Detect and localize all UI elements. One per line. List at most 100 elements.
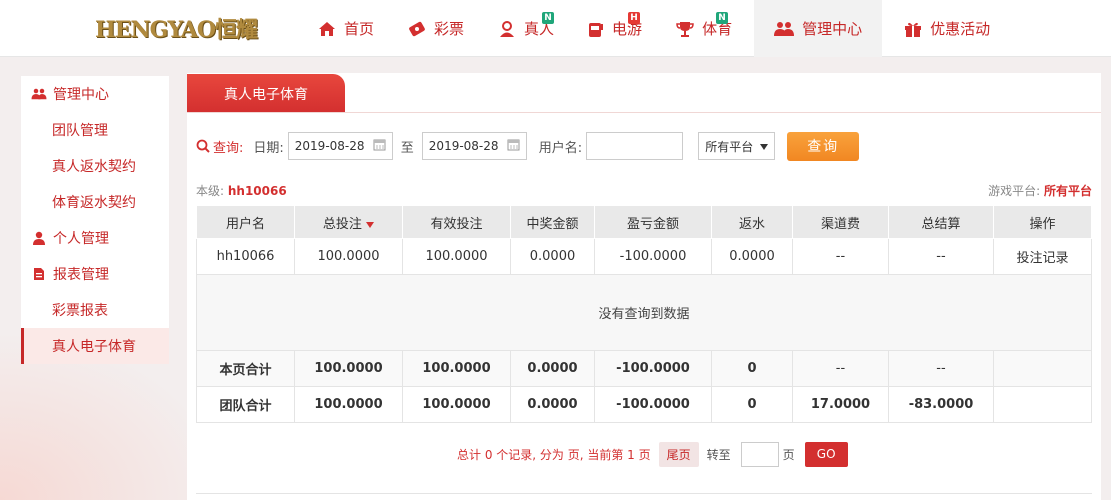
cell-total-settlement: -- bbox=[888, 238, 994, 275]
cell-operation bbox=[993, 350, 1092, 387]
gift-icon bbox=[904, 20, 922, 38]
search-icon bbox=[196, 139, 210, 153]
team-total-row: 团队合计 100.0000 100.0000 0.0000 -100.0000 … bbox=[196, 386, 1092, 423]
cell-profit-loss: -100.0000 bbox=[594, 350, 712, 387]
cell-valid-bet: 100.0000 bbox=[402, 238, 511, 275]
nav-item-live[interactable]: 真人 N bbox=[486, 0, 566, 57]
nav-item-label: 管理中心 bbox=[802, 20, 863, 38]
report-table: 用户名 总投注 有效投注 中奖金额 盈亏金额 返水 渠道费 总结算 操作 hh1… bbox=[196, 205, 1092, 423]
sidebar-item-label: 真人返水契约 bbox=[52, 159, 136, 175]
trophy-icon bbox=[676, 20, 694, 38]
cell-label: 本页合计 bbox=[196, 350, 295, 387]
cell-total-bet: 100.0000 bbox=[294, 238, 403, 275]
lottery-ticket-icon bbox=[408, 21, 426, 37]
page-unit-label: 页 bbox=[782, 447, 795, 462]
cell-label: 团队合计 bbox=[196, 386, 295, 423]
dropdown-arrow-icon bbox=[760, 139, 769, 153]
nav-item-promotions[interactable]: 优惠活动 bbox=[892, 0, 1002, 57]
table-header-row: 用户名 总投注 有效投注 中奖金额 盈亏金额 返水 渠道费 总结算 操作 bbox=[196, 205, 1092, 239]
sidebar-item-live-rebate-contract[interactable]: 真人返水契约 bbox=[21, 148, 169, 184]
nav-item-label: 优惠活动 bbox=[930, 20, 991, 38]
cell-total-bet: 100.0000 bbox=[294, 350, 403, 387]
sidebar-item-team-management[interactable]: 团队管理 bbox=[21, 112, 169, 148]
home-icon bbox=[318, 21, 336, 37]
game-platform-info: 游戏平台: 所有平台 bbox=[988, 182, 1092, 199]
platform-label: 游戏平台: bbox=[988, 184, 1041, 198]
tab-divider bbox=[187, 112, 1101, 113]
main-panel: 真人电子体育 查询: 日期: 2019-08-28 至 2019-08-28 用… bbox=[187, 73, 1101, 500]
header-win-amount[interactable]: 中奖金额 bbox=[510, 205, 595, 239]
bottom-divider bbox=[196, 493, 1092, 494]
cell-win-amount: 0.0000 bbox=[510, 386, 595, 423]
bet-record-link[interactable]: 投注记录 bbox=[993, 238, 1092, 275]
header-total-bet-label: 总投注 bbox=[322, 216, 362, 232]
meta-row: 本级: hh10066 游戏平台: 所有平台 bbox=[196, 182, 1092, 199]
sidebar-item-personal-management[interactable]: 个人管理 bbox=[21, 220, 169, 256]
nav-item-home[interactable]: 首页 bbox=[306, 0, 386, 57]
last-page-button[interactable]: 尾页 bbox=[658, 441, 699, 467]
cell-valid-bet: 100.0000 bbox=[402, 350, 511, 387]
new-badge: N bbox=[716, 12, 729, 24]
header-username[interactable]: 用户名 bbox=[196, 205, 295, 239]
cell-total-settlement: -83.0000 bbox=[888, 386, 994, 423]
sidebar-item-label: 真人电子体育 bbox=[52, 339, 136, 355]
sidebar-item-report-management[interactable]: 报表管理 bbox=[21, 256, 169, 292]
nav-item-management[interactable]: 管理中心 bbox=[754, 0, 883, 57]
nav-item-egame[interactable]: 电游 H bbox=[576, 0, 654, 57]
cell-channel-fee: 17.0000 bbox=[792, 386, 889, 423]
sidebar-item-label: 个人管理 bbox=[53, 231, 109, 247]
goto-label: 转至 bbox=[706, 447, 731, 462]
go-button[interactable]: GO bbox=[804, 441, 848, 467]
level-user[interactable]: hh10066 bbox=[228, 184, 287, 198]
username-label: 用户名: bbox=[538, 140, 583, 156]
tab-live-egame-sports[interactable]: 真人电子体育 bbox=[187, 74, 345, 113]
header-valid-bet[interactable]: 有效投注 bbox=[402, 205, 511, 239]
cell-username: hh10066 bbox=[196, 238, 295, 275]
table-row: hh10066 100.0000 100.0000 0.0000 -100.00… bbox=[196, 238, 1092, 275]
header-profit-loss[interactable]: 盈亏金额 bbox=[594, 205, 712, 239]
sidebar-item-sports-rebate-contract[interactable]: 体育返水契约 bbox=[21, 184, 169, 220]
cell-total-settlement: -- bbox=[888, 350, 994, 387]
date-to-input[interactable]: 2019-08-28 bbox=[421, 132, 527, 160]
cell-total-bet: 100.0000 bbox=[294, 386, 403, 423]
sidebar-item-label: 团队管理 bbox=[52, 123, 108, 139]
calendar-icon[interactable] bbox=[507, 138, 520, 154]
username-input[interactable] bbox=[586, 132, 684, 160]
sidebar-item-label: 报表管理 bbox=[53, 267, 109, 283]
header-channel-fee[interactable]: 渠道费 bbox=[792, 205, 889, 239]
header-total-bet[interactable]: 总投注 bbox=[294, 205, 403, 239]
platform-value: 所有平台 bbox=[1043, 184, 1092, 198]
nav-item-sports[interactable]: 体育 N bbox=[664, 0, 744, 57]
platform-select[interactable]: 所有平台 bbox=[698, 132, 776, 160]
page-number-input[interactable] bbox=[740, 441, 779, 467]
users-icon bbox=[774, 21, 795, 37]
date-from-input[interactable]: 2019-08-28 bbox=[287, 132, 393, 160]
header-operation: 操作 bbox=[993, 205, 1092, 239]
report-icon bbox=[31, 267, 47, 281]
query-button[interactable]: 查询 bbox=[787, 131, 860, 161]
empty-message: 没有查询到数据 bbox=[196, 274, 1092, 351]
date-from-value: 2019-08-28 bbox=[294, 139, 365, 153]
header-total-settlement[interactable]: 总结算 bbox=[888, 205, 994, 239]
sidebar-item-label: 体育返水契约 bbox=[52, 195, 136, 211]
cell-rebate: 0 bbox=[711, 386, 793, 423]
nav-item-label: 彩票 bbox=[434, 20, 465, 38]
calendar-icon[interactable] bbox=[373, 138, 386, 154]
pager-summary: 总计 0 个记录, 分为 页, 当前第 1 页 bbox=[457, 447, 651, 462]
sidebar-item-lottery-report[interactable]: 彩票报表 bbox=[21, 292, 169, 328]
brand-logo[interactable]: HENGYAO恒耀 bbox=[95, 12, 281, 44]
cell-win-amount: 0.0000 bbox=[510, 238, 595, 275]
page-total-row: 本页合计 100.0000 100.0000 0.0000 -100.0000 … bbox=[196, 350, 1092, 387]
date-to-value: 2019-08-28 bbox=[428, 139, 499, 153]
sidebar-item-live-egame-sports[interactable]: 真人电子体育 bbox=[21, 328, 169, 364]
cell-win-amount: 0.0000 bbox=[510, 350, 595, 387]
new-badge: N bbox=[542, 12, 555, 24]
user-icon bbox=[31, 231, 47, 245]
query-label: 查询: bbox=[196, 137, 243, 156]
sidebar-item-management-center[interactable]: 管理中心 bbox=[21, 76, 169, 112]
nav-item-lottery[interactable]: 彩票 bbox=[396, 0, 476, 57]
cell-profit-loss: -100.0000 bbox=[594, 386, 712, 423]
users-icon bbox=[31, 88, 47, 100]
header-rebate[interactable]: 返水 bbox=[711, 205, 793, 239]
nav-item-label: 首页 bbox=[344, 20, 375, 38]
